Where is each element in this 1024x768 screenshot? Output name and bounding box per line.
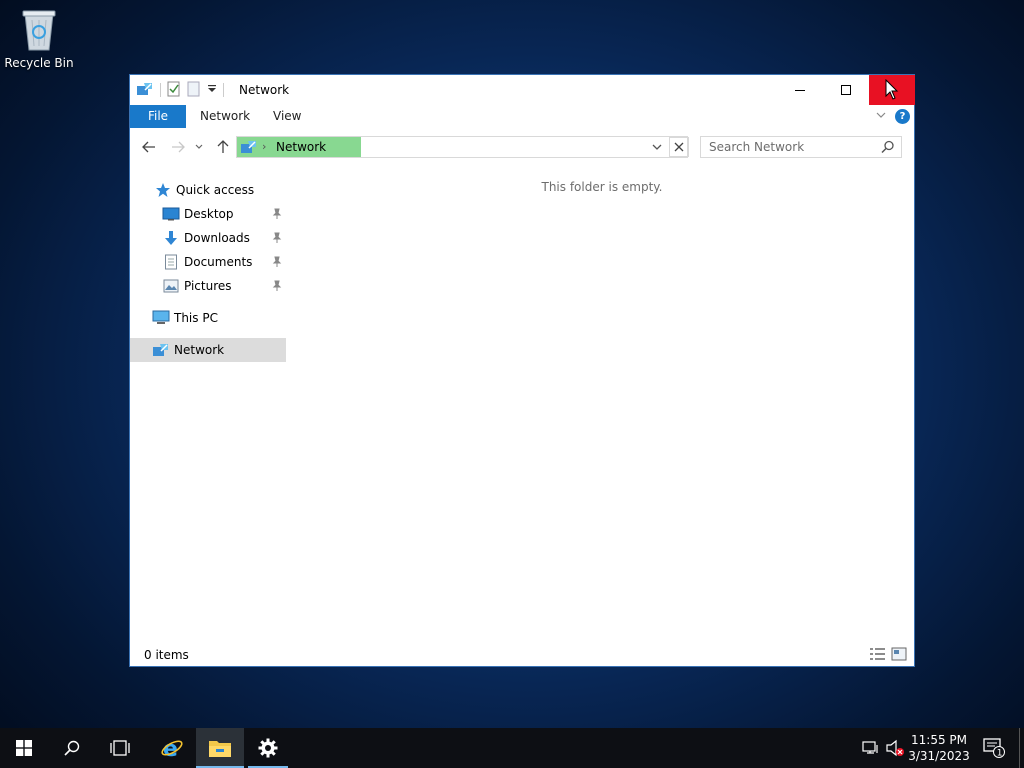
- recycle-bin-icon: [19, 6, 59, 52]
- clock-time: 11:55 PM: [911, 733, 967, 747]
- clock-date: 3/31/2023: [908, 749, 970, 763]
- file-explorer-taskbar-button[interactable]: [196, 728, 244, 768]
- nav-item-label: Downloads: [184, 231, 250, 245]
- minimize-icon: [795, 90, 805, 91]
- gear-icon: [258, 738, 278, 758]
- pictures-icon: [162, 278, 180, 294]
- file-list-area[interactable]: This folder is empty.: [290, 164, 914, 642]
- windows-logo-icon: [16, 740, 32, 756]
- breadcrumb[interactable]: › Network: [237, 137, 361, 157]
- file-explorer-window: Network File Network View ? › Network Se…: [129, 74, 915, 667]
- search-input[interactable]: [701, 137, 879, 157]
- search-icon: [64, 740, 80, 756]
- expand-ribbon-chevron-icon[interactable]: [874, 108, 888, 122]
- pin-icon[interactable]: [272, 280, 282, 292]
- window-title: Network: [239, 83, 290, 97]
- nav-network[interactable]: Network: [130, 338, 286, 362]
- task-view-icon: [110, 740, 130, 756]
- notification-icon: 1: [983, 738, 1005, 759]
- settings-taskbar-button[interactable]: [244, 728, 292, 768]
- nav-network-label: Network: [174, 343, 225, 357]
- download-arrow-icon: [162, 230, 180, 246]
- address-bar[interactable]: › Network: [236, 136, 688, 158]
- network-icon: [152, 342, 170, 358]
- show-desktop-button[interactable]: [1019, 728, 1020, 768]
- taskbar: e 11:55 PM 3/31/2023 1: [0, 728, 1024, 768]
- action-center-button[interactable]: 1: [980, 728, 1008, 768]
- breadcrumb-network[interactable]: Network: [276, 140, 326, 154]
- navigation-bar: › Network: [130, 128, 914, 164]
- up-arrow-icon: [217, 140, 229, 153]
- document-icon: [162, 254, 180, 270]
- nav-item-label: Pictures: [184, 279, 232, 293]
- nav-this-pc[interactable]: This PC: [130, 306, 286, 330]
- address-dropdown-icon[interactable]: [650, 140, 664, 154]
- maximize-button[interactable]: [823, 75, 869, 105]
- nav-item-desktop[interactable]: Desktop: [130, 202, 286, 226]
- close-button[interactable]: [869, 75, 915, 105]
- star-icon: [154, 182, 172, 198]
- title-bar: Network: [130, 75, 915, 105]
- recycle-bin-desktop-icon[interactable]: Recycle Bin: [4, 6, 74, 70]
- internet-explorer-button[interactable]: e: [148, 728, 196, 768]
- help-icon[interactable]: ?: [895, 109, 910, 124]
- search-icon[interactable]: [881, 140, 895, 154]
- folder-icon: [209, 741, 231, 757]
- forward-button[interactable]: [168, 137, 188, 157]
- new-folder-icon[interactable]: [187, 81, 201, 100]
- nav-item-documents[interactable]: Documents: [130, 250, 286, 274]
- pin-icon[interactable]: [272, 208, 282, 220]
- nav-item-pictures[interactable]: Pictures: [130, 274, 286, 298]
- nav-item-downloads[interactable]: Downloads: [130, 226, 286, 250]
- search-button[interactable]: [48, 728, 96, 768]
- nav-quick-access-label: Quick access: [176, 183, 255, 197]
- customize-toolbar-dropdown-icon[interactable]: [207, 83, 217, 97]
- notification-count: 1: [997, 749, 1003, 759]
- navigation-pane: Quick access Desktop Downloads Documents…: [130, 164, 290, 642]
- forward-arrow-icon: [172, 141, 185, 153]
- nav-item-label: Desktop: [184, 207, 234, 221]
- chevron-down-icon: [195, 144, 203, 149]
- back-button[interactable]: [139, 137, 159, 157]
- system-clock[interactable]: 11:55 PM 3/31/2023: [900, 732, 978, 764]
- back-arrow-icon: [142, 141, 155, 153]
- properties-icon[interactable]: [167, 81, 181, 100]
- large-icons-view-icon[interactable]: [891, 647, 907, 661]
- ribbon-tabs: File Network View ?: [130, 105, 914, 128]
- clear-address-button[interactable]: [669, 137, 689, 157]
- tab-view[interactable]: View: [273, 105, 301, 128]
- network-window-icon: [136, 81, 154, 100]
- nav-item-label: Documents: [184, 255, 253, 269]
- task-view-button[interactable]: [96, 728, 144, 768]
- nav-this-pc-label: This PC: [174, 311, 218, 325]
- maximize-icon: [841, 85, 851, 95]
- nav-quick-access[interactable]: Quick access: [130, 178, 286, 202]
- breadcrumb-separator-icon: ›: [262, 140, 267, 153]
- item-count: 0 items: [144, 648, 189, 662]
- desktop-icon: [162, 206, 180, 222]
- pin-icon[interactable]: [272, 256, 282, 268]
- tab-file[interactable]: File: [130, 105, 186, 128]
- network-icon: [240, 139, 258, 158]
- close-icon: [674, 142, 684, 152]
- minimize-button[interactable]: [777, 75, 823, 105]
- network-tray-icon[interactable]: [860, 728, 882, 768]
- recent-locations-button[interactable]: [192, 137, 206, 157]
- computer-icon: [152, 310, 170, 326]
- start-button[interactable]: [0, 728, 48, 768]
- tab-network[interactable]: Network: [200, 105, 250, 128]
- toolbar-divider: [160, 83, 161, 97]
- empty-folder-message: This folder is empty.: [541, 180, 663, 194]
- up-button[interactable]: [213, 137, 233, 157]
- toolbar-divider: [223, 83, 224, 97]
- details-view-icon[interactable]: [869, 647, 886, 661]
- recycle-bin-label: Recycle Bin: [4, 56, 74, 70]
- pin-icon[interactable]: [272, 232, 282, 244]
- quick-access-toolbar: [136, 81, 224, 99]
- mouse-cursor-icon: [885, 79, 899, 100]
- search-box: [700, 136, 902, 158]
- status-bar: 0 items: [130, 642, 914, 666]
- internet-explorer-icon: e: [161, 737, 183, 760]
